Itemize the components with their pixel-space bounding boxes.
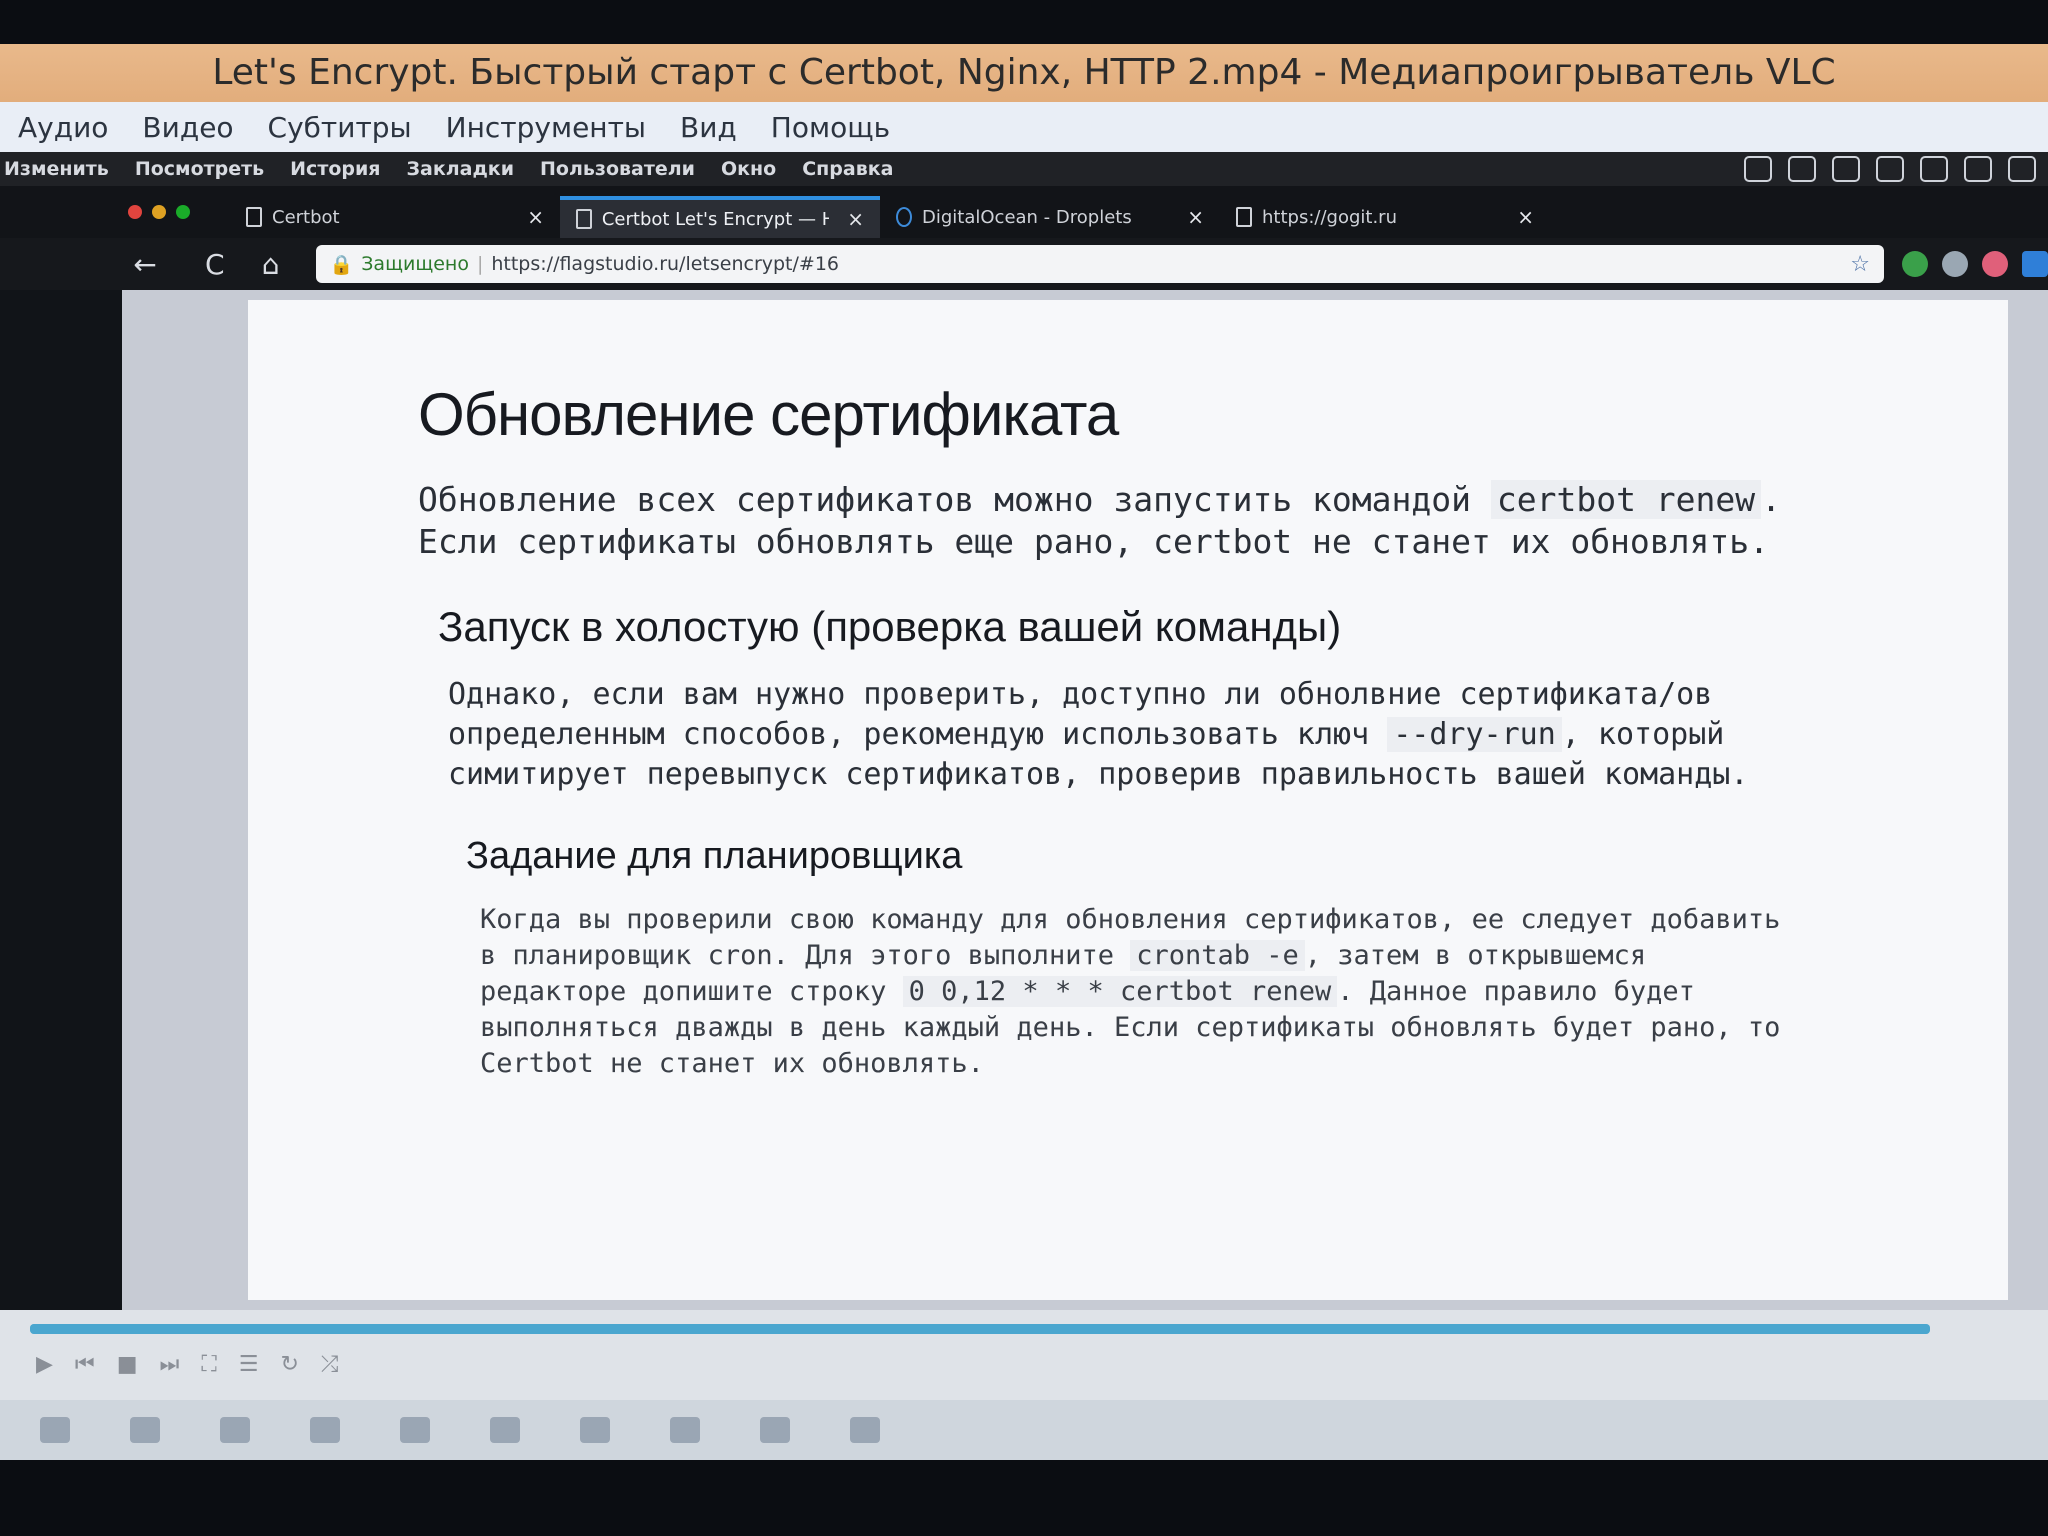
browser-tab-bar: Certbot × Certbot Let's Encrypt — HTTP ×… (0, 186, 2048, 238)
vlc-menu-audio[interactable]: Аудио (18, 111, 108, 144)
vlc-menu-help[interactable]: Помощь (771, 111, 890, 144)
paragraph-dry-run: Однако, если вам нужно проверить, доступ… (448, 675, 1818, 795)
extension-icon[interactable] (1982, 251, 2009, 277)
grammarly-extension-icon[interactable] (1902, 251, 1929, 277)
vlc-menu-tools[interactable]: Инструменты (446, 111, 646, 144)
taskbar-app-icon[interactable] (760, 1417, 790, 1443)
minimize-window-icon[interactable] (152, 205, 166, 219)
url-divider: | (476, 253, 484, 275)
taskbar-app-icon[interactable] (850, 1417, 880, 1443)
tab-label: https://gogit.ru (1262, 206, 1397, 228)
next-icon[interactable]: ⏭ (160, 1352, 180, 1377)
tab-certbot-letsencrypt[interactable]: Certbot Let's Encrypt — HTTP × (560, 196, 880, 238)
window-icon (1788, 156, 1816, 182)
extension-icon[interactable] (1942, 251, 1969, 277)
tab-gogit[interactable]: https://gogit.ru × (1220, 196, 1550, 238)
tab-close-icon[interactable]: × (1187, 205, 1204, 229)
tab-close-icon[interactable]: × (847, 207, 864, 231)
taskbar-app-icon[interactable] (580, 1417, 610, 1443)
mac-menu-help: Справка (802, 158, 894, 180)
tab-label: Certbot (272, 206, 340, 228)
taskbar-app-icon[interactable] (40, 1417, 70, 1443)
car-icon (1920, 156, 1948, 182)
mac-menu-history: История (290, 158, 381, 180)
docker-icon (1832, 156, 1860, 182)
taskbar-app-icon[interactable] (670, 1417, 700, 1443)
loop-icon[interactable]: ↻ (280, 1352, 298, 1377)
mac-tray (1744, 156, 2036, 182)
window-controls (128, 205, 190, 219)
tab-label: Certbot Let's Encrypt — HTTP (601, 208, 830, 230)
taskbar-app-icon[interactable] (490, 1417, 520, 1443)
code-crontab: crontab -e (1130, 940, 1305, 971)
extensions (1902, 251, 2048, 277)
heading-scheduler: Задание для планировщика (466, 835, 963, 877)
taskbar-app-icon[interactable] (400, 1417, 430, 1443)
code-cron-line: 0 0,12 * * * certbot renew (902, 976, 1338, 1007)
display-icon (1964, 156, 1992, 182)
tab-certbot[interactable]: Certbot × (230, 196, 560, 238)
shuffle-icon[interactable]: ⤮ (321, 1352, 339, 1377)
code-dry-run: --dry-run (1387, 717, 1562, 752)
vlc-menu-view[interactable]: Вид (680, 111, 737, 144)
bookmark-star-icon[interactable]: ☆ (1850, 252, 1870, 277)
tab-close-icon[interactable]: × (1517, 205, 1534, 229)
url-text: https://flagstudio.ru/letsencrypt/#16 (491, 253, 840, 275)
lock-icon: 🔒 (329, 253, 354, 276)
tab-label: DigitalOcean - Droplets (922, 206, 1132, 228)
tab-digitalocean[interactable]: DigitalOcean - Droplets × (880, 196, 1220, 238)
playlist-icon[interactable]: ☰ (239, 1352, 259, 1377)
prev-icon[interactable]: ⏮ (75, 1352, 95, 1377)
mac-menu-bookmarks: Закладки (406, 158, 515, 180)
mac-menu-edit: Изменить (4, 158, 109, 180)
tab-close-icon[interactable]: × (527, 205, 544, 229)
vlc-window-title: Let's Encrypt. Быстрый старт с Certbot, … (0, 44, 2048, 102)
reload-button[interactable]: C (200, 248, 230, 281)
mac-menu-view: Посмотреть (134, 158, 265, 180)
video-area[interactable]: Изменить Посмотреть История Закладки Пол… (0, 152, 2048, 1350)
taskbar-app-icon[interactable] (130, 1417, 160, 1443)
stop-icon[interactable]: ■ (117, 1352, 138, 1377)
paragraph-scheduler: Когда вы проверили свою команду для обно… (480, 902, 1790, 1082)
time-machine-icon (1744, 156, 1772, 182)
address-bar[interactable]: 🔒 Защищено | https://flagstudio.ru/letse… (315, 245, 1885, 283)
text: Обновление всех сертификатов можно запус… (418, 480, 1491, 519)
slide-title: Обновление сертификата (418, 381, 1119, 448)
play-icon[interactable]: ▶ (36, 1352, 53, 1377)
certbot-favicon-icon (246, 207, 262, 227)
playback-controls: ▶ ⏮ ■ ⏭ ⛶ ☰ ↻ ⤮ (36, 1352, 339, 1377)
browser-toolbar: ← C ⌂ 🔒 Защищено | https://flagstudio.ru… (0, 238, 2048, 290)
heading-dry-run: Запуск в холостую (проверка вашей команд… (438, 603, 1342, 650)
vlc-menu-video[interactable]: Видео (142, 111, 233, 144)
mac-menu-people: Пользователи (540, 158, 695, 180)
code-certbot-renew: certbot renew (1490, 480, 1762, 519)
grid-icon (2008, 156, 2036, 182)
vlc-menu-bar: Аудио Видео Субтитры Инструменты Вид Пом… (0, 102, 2048, 152)
page-favicon-icon (1236, 207, 1252, 227)
mac-menu-bar: Изменить Посмотреть История Закладки Пол… (0, 152, 2048, 186)
back-button[interactable]: ← (130, 248, 160, 281)
windows-taskbar (0, 1400, 2048, 1460)
maximize-window-icon[interactable] (176, 205, 190, 219)
taskbar-app-icon[interactable] (220, 1417, 250, 1443)
mac-menu-window: Окно (720, 158, 777, 180)
paragraph-renew: Обновление всех сертификатов можно запус… (418, 479, 1818, 563)
taskbar-app-icon[interactable] (310, 1417, 340, 1443)
page-favicon-icon (576, 209, 592, 229)
slide-content: Обновление сертификата Обновление всех с… (248, 300, 2008, 1300)
extension-icon[interactable] (2022, 251, 2048, 277)
vlc-menu-subtitles[interactable]: Субтитры (268, 111, 412, 144)
home-button[interactable]: ⌂ (256, 248, 286, 281)
close-window-icon[interactable] (128, 205, 142, 219)
seek-bar[interactable] (30, 1324, 1930, 1334)
digitalocean-favicon-icon (896, 207, 912, 227)
fullscreen-icon[interactable]: ⛶ (201, 1352, 216, 1377)
secure-label: Защищено (361, 253, 469, 275)
seek-progress (30, 1324, 1930, 1334)
cloud-icon (1876, 156, 1904, 182)
